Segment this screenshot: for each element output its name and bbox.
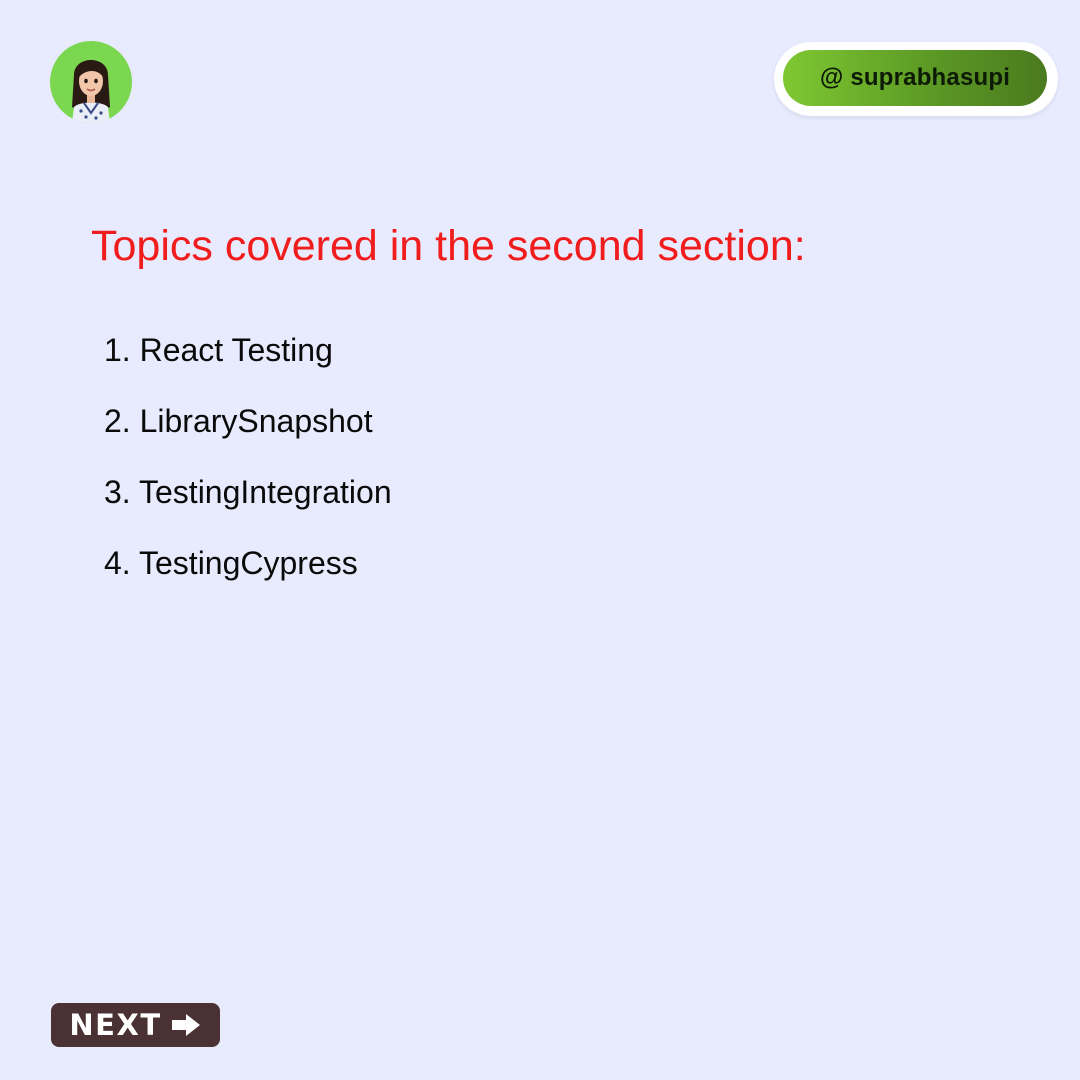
page-title: Topics covered in the second section: (91, 222, 806, 270)
list-item: 1. React Testing (104, 332, 333, 368)
list-item: 4. TestingCypress (104, 545, 358, 581)
social-handle-badge: @ suprabhasupi (774, 42, 1058, 116)
list-item: 2. LibrarySnapshot (104, 403, 373, 439)
avatar-icon (72, 60, 110, 123)
social-handle-text: @ suprabhasupi (819, 64, 1011, 91)
next-button[interactable]: NEXT (51, 1003, 220, 1047)
topics-list: 1. React Testing 2. LibrarySnapshot 3. T… (104, 330, 392, 614)
next-label: NEXT (69, 1008, 162, 1042)
arrow-right-icon (170, 1013, 202, 1037)
avatar (50, 41, 132, 123)
list-item: 3. TestingIntegration (104, 474, 392, 510)
social-handle-badge-inner: @ suprabhasupi (783, 50, 1047, 106)
